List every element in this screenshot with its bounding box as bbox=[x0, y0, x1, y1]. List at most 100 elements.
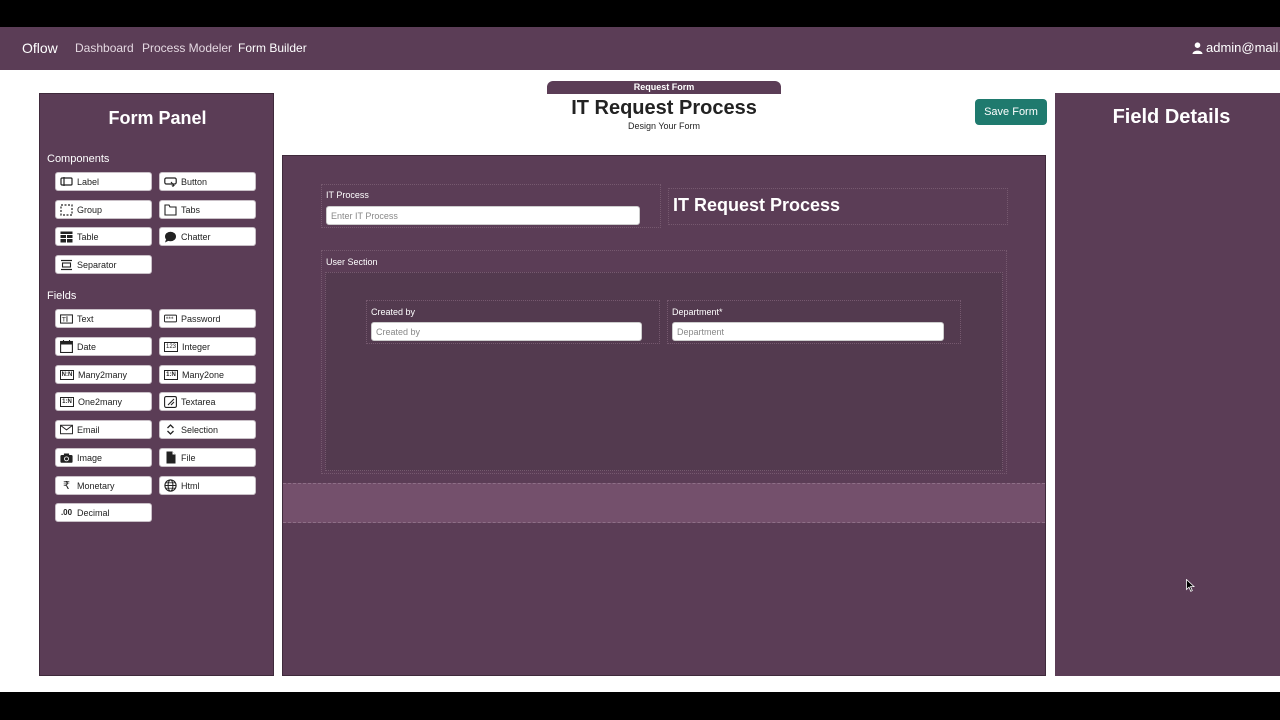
page-title: IT Request Process bbox=[571, 97, 757, 119]
request-form-tab[interactable]: Request Form bbox=[547, 81, 781, 94]
department-input[interactable] bbox=[672, 322, 944, 341]
user-icon bbox=[1192, 42, 1203, 54]
field-decimal-button[interactable]: .00 Decimal bbox=[55, 503, 152, 522]
button-icon bbox=[164, 176, 177, 188]
field-date-label: Date bbox=[77, 341, 97, 352]
field-file-label: File bbox=[181, 452, 196, 463]
field-one2many-button[interactable]: 1:N One2many bbox=[55, 392, 152, 411]
page-subtitle: Design Your Form bbox=[627, 121, 701, 131]
field-many2many-button[interactable]: N:N Many2many bbox=[55, 365, 152, 384]
field-email-button[interactable]: Email bbox=[55, 420, 152, 439]
chat-icon bbox=[164, 231, 177, 243]
field-textarea-button[interactable]: Textarea bbox=[159, 392, 256, 411]
top-navbar: Oflow Dashboard Process Modeler Form Bui… bbox=[0, 27, 1280, 70]
form-panel: Form Panel Components Label Button Group… bbox=[39, 93, 274, 676]
textarea-icon bbox=[164, 395, 177, 408]
it-process-label: IT Process bbox=[326, 190, 369, 200]
many2many-icon: N:N bbox=[60, 369, 74, 380]
field-selection-button[interactable]: Selection bbox=[159, 420, 256, 439]
user-email: admin@mail. bbox=[1206, 40, 1280, 55]
field-many2one-button[interactable]: 1:N Many2one bbox=[159, 365, 256, 384]
component-chatter-text: Chatter bbox=[181, 231, 211, 242]
brand-logo[interactable]: Oflow bbox=[22, 40, 58, 56]
field-details-title: Field Details bbox=[1112, 106, 1231, 128]
separator-icon bbox=[60, 259, 73, 271]
components-heading: Components bbox=[47, 153, 110, 165]
field-integer-button[interactable]: 123 Integer bbox=[159, 337, 256, 356]
component-table-text: Table bbox=[77, 231, 99, 242]
field-html-label: Html bbox=[181, 480, 200, 491]
globe-icon bbox=[164, 479, 177, 492]
form-heading: IT Request Process bbox=[673, 195, 841, 215]
component-label-text: Label bbox=[77, 176, 100, 187]
field-decimal-label: Decimal bbox=[77, 507, 110, 518]
selection-icon bbox=[164, 424, 177, 436]
field-image-button[interactable]: Image bbox=[55, 448, 152, 467]
component-separator-text: Separator bbox=[77, 259, 117, 270]
rupee-icon: ₹ bbox=[63, 480, 70, 492]
calendar-icon bbox=[60, 340, 73, 353]
field-many2many-label: Many2many bbox=[78, 369, 128, 380]
tabs-icon bbox=[164, 203, 177, 216]
field-file-button[interactable]: File bbox=[159, 448, 256, 467]
field-password-button[interactable]: *** Password bbox=[159, 309, 256, 328]
form-panel-title: Form Panel bbox=[108, 108, 207, 128]
user-section-label: User Section bbox=[326, 257, 378, 267]
svg-text:***: *** bbox=[166, 317, 174, 323]
component-label-button[interactable]: Label bbox=[55, 172, 152, 191]
heading-cell[interactable]: IT Request Process bbox=[668, 188, 1008, 225]
field-monetary-button[interactable]: ₹ Monetary bbox=[55, 476, 152, 495]
drop-zone[interactable] bbox=[283, 483, 1045, 523]
component-tabs-text: Tabs bbox=[181, 204, 201, 215]
component-group-button[interactable]: Group bbox=[55, 200, 152, 219]
field-image-label: Image bbox=[77, 452, 103, 463]
it-process-input[interactable] bbox=[326, 206, 640, 225]
user-section-body: Created by Department* bbox=[325, 272, 1003, 471]
mouse-cursor-icon bbox=[1186, 579, 1195, 592]
field-details-panel: Field Details bbox=[1055, 93, 1280, 676]
app-screen: Oflow Dashboard Process Modeler Form Bui… bbox=[0, 27, 1280, 692]
created-by-cell[interactable]: Created by bbox=[366, 300, 660, 344]
component-button-button[interactable]: Button bbox=[159, 172, 256, 191]
component-table-button[interactable]: Table bbox=[55, 227, 152, 246]
component-separator-button[interactable]: Separator bbox=[55, 255, 152, 274]
decimal-icon: .00 bbox=[60, 508, 73, 517]
group-icon bbox=[60, 203, 73, 216]
component-button-text: Button bbox=[181, 176, 208, 187]
component-group-text: Group bbox=[77, 204, 103, 215]
field-date-button[interactable]: Date bbox=[55, 337, 152, 356]
field-many2one-label: Many2one bbox=[182, 369, 225, 380]
field-one2many-label: One2many bbox=[78, 396, 123, 407]
field-html-button[interactable]: Html bbox=[159, 476, 256, 495]
field-text-label: Text bbox=[77, 313, 94, 324]
field-password-label: Password bbox=[181, 313, 221, 324]
password-icon: *** bbox=[164, 313, 177, 325]
created-by-label: Created by bbox=[371, 307, 416, 317]
one2many-icon: 1:N bbox=[60, 396, 74, 407]
component-tabs-button[interactable]: Tabs bbox=[159, 200, 256, 219]
form-canvas[interactable]: IT Process IT Request Process User Secti… bbox=[282, 155, 1046, 676]
save-form-button[interactable]: Save Form bbox=[975, 99, 1047, 125]
field-integer-label: Integer bbox=[182, 341, 211, 352]
camera-icon bbox=[60, 452, 73, 464]
email-icon bbox=[60, 424, 73, 436]
department-cell[interactable]: Department* bbox=[667, 300, 961, 344]
svg-text:T: T bbox=[61, 315, 66, 323]
field-selection-label: Selection bbox=[181, 424, 219, 435]
component-chatter-button[interactable]: Chatter bbox=[159, 227, 256, 246]
nav-link-dashboard[interactable]: Dashboard bbox=[75, 41, 134, 55]
user-section-group[interactable]: User Section Created by Department* bbox=[321, 250, 1007, 474]
table-icon bbox=[60, 231, 73, 243]
text-field-icon: T bbox=[60, 313, 73, 325]
it-process-cell[interactable]: IT Process bbox=[321, 184, 661, 228]
field-email-label: Email bbox=[77, 424, 100, 435]
nav-link-form-builder[interactable]: Form Builder bbox=[238, 41, 307, 55]
label-icon bbox=[60, 176, 73, 188]
many2one-icon: 1:N bbox=[164, 369, 178, 380]
user-menu[interactable]: admin@mail. bbox=[1192, 40, 1280, 55]
created-by-input[interactable] bbox=[371, 322, 642, 341]
field-monetary-label: Monetary bbox=[77, 480, 115, 491]
nav-link-process-modeler[interactable]: Process Modeler bbox=[142, 41, 232, 55]
field-textarea-label: Textarea bbox=[181, 396, 216, 407]
field-text-button[interactable]: T Text bbox=[55, 309, 152, 328]
